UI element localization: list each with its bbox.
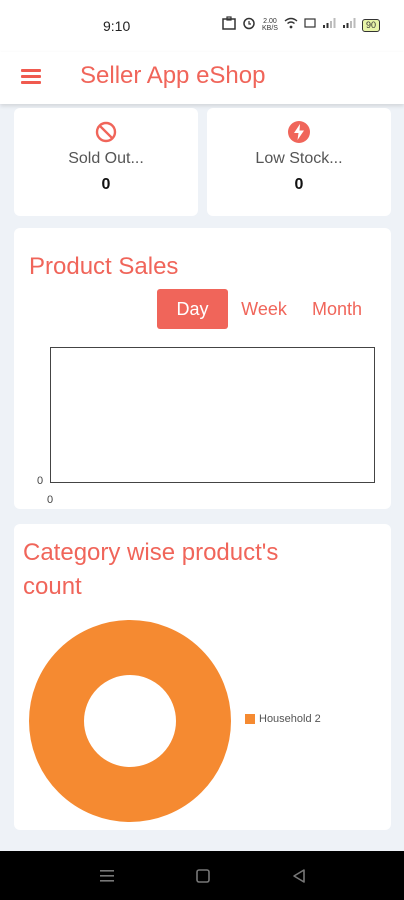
block-icon [94,120,118,144]
home-icon[interactable] [193,866,213,886]
hamburger-menu-icon[interactable] [20,67,44,87]
low-stock-label: Low Stock... [255,150,343,167]
recents-icon[interactable] [97,866,117,886]
wifi-icon [284,17,298,33]
status-bar: 9:10 2.00 KB/S 90 [0,0,404,52]
sold-out-label: Sold Out... [68,150,144,167]
battery-icon: 90 [361,18,380,32]
volte-icon [304,17,316,33]
data-speed-text: 2.00 KB/S [262,18,278,32]
category-count-title-line1: Category wise product's [23,539,279,566]
app-title: Seller App eShop [80,62,266,89]
app-bar: Seller App eShop [0,52,404,104]
product-sales-title: Product Sales [29,253,179,280]
x-axis-tick: 0 [47,494,54,506]
sales-chart-area [50,347,375,483]
back-icon[interactable] [289,866,309,886]
sold-out-card[interactable]: Sold Out... 0 [14,108,198,216]
alarm-icon [242,16,256,34]
status-time: 9:10 [103,18,131,34]
low-stock-card[interactable]: Low Stock... 0 [207,108,391,216]
signal-icon-2 [342,17,356,33]
system-nav-bar [0,851,404,900]
sold-out-value: 0 [101,176,111,193]
lightning-icon [287,120,311,144]
donut-slice-household[interactable] [29,620,231,822]
category-count-title-line2: count [23,573,82,600]
status-icons: 2.00 KB/S 90 [222,16,380,34]
chart-legend: Household 2 [245,713,321,725]
legend-swatch [245,714,255,724]
signal-icon-1 [322,17,336,33]
low-stock-value: 0 [294,176,304,193]
legend-label: Household 2 [259,713,321,725]
y-axis-tick: 0 [37,475,44,487]
tab-week[interactable]: Week [236,289,292,329]
category-donut-chart [29,620,231,822]
tab-day[interactable]: Day [157,289,228,329]
briefcase-icon [222,16,236,34]
tab-month[interactable]: Month [304,289,370,329]
